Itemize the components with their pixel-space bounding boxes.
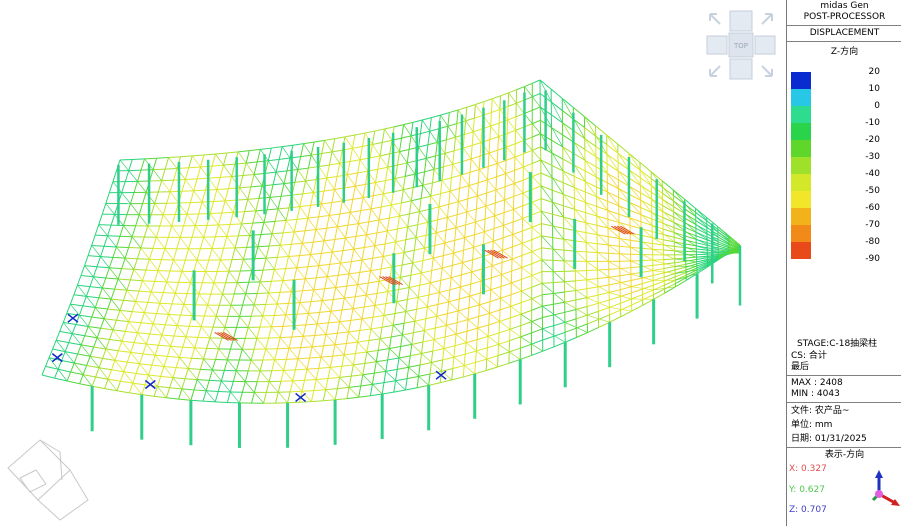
legend-value: 10 (869, 84, 880, 94)
legend-swatch (791, 72, 811, 89)
legend-value: -90 (865, 254, 880, 264)
stage-label: STAGE:C-18抽梁柱 (797, 339, 877, 350)
module-name: POST-PROCESSOR (787, 12, 901, 23)
support-columns (92, 90, 740, 448)
legend-value: -40 (865, 169, 880, 179)
legend-value: -70 (865, 220, 880, 230)
step-label: 最后 (791, 362, 809, 373)
legend-value: -30 (865, 152, 880, 162)
app-name: midas Gen (787, 1, 901, 12)
view-left-button (707, 36, 727, 54)
legend-value: -50 (865, 186, 880, 196)
view-dir-y: Y: 0.627 (789, 485, 825, 495)
unit-label: 单位: mm (791, 420, 832, 431)
legend-swatch (791, 89, 811, 106)
view-dir-x: X: 0.327 (789, 464, 827, 474)
view-navigation-cube[interactable]: TOP (706, 10, 776, 80)
model-viewport[interactable]: TOP (0, 0, 786, 526)
legend-swatch (791, 157, 811, 174)
legend-swatch (791, 106, 811, 123)
date-label: 日期: 01/31/2025 (791, 434, 867, 445)
legend-value: -80 (865, 237, 880, 247)
legend-swatch (791, 191, 811, 208)
view-back-button (730, 59, 752, 79)
legend-value: 20 (869, 67, 880, 77)
view-right-button (755, 36, 775, 54)
axis-triad-icon (867, 470, 901, 508)
min-value: MIN : 4043 (791, 389, 840, 400)
structure-model-view (0, 0, 786, 526)
view-direction-title: 表示-方向 (787, 450, 901, 461)
roof-truss-grid (42, 80, 740, 403)
legend-swatch (791, 123, 811, 140)
legend-swatch (791, 225, 811, 242)
displacement-component: Z-方向 (787, 47, 901, 58)
max-value: MAX : 2408 (791, 378, 843, 389)
legend-swatch (791, 140, 811, 157)
post-processor-panel: midas Gen POST-PROCESSOR DISPLACEMENT Z-… (786, 0, 901, 526)
legend-swatch (791, 208, 811, 225)
result-type: DISPLACEMENT (787, 28, 901, 39)
view-dir-z: Z: 0.707 (789, 505, 827, 515)
legend-swatch (791, 242, 811, 259)
view-cube-top-label: TOP (733, 42, 748, 50)
file-name: 文件: 农产品~ (791, 406, 849, 417)
legend-swatch (791, 174, 811, 191)
legend-value: -10 (865, 118, 880, 128)
legend-value: 0 (874, 101, 880, 111)
axis-triad-ghost-icon (8, 440, 88, 520)
view-front-button (730, 11, 752, 31)
max-displacement-zones (215, 226, 635, 340)
cs-label: CS: 合计 (791, 351, 827, 362)
legend-value: -20 (865, 135, 880, 145)
legend-value: -60 (865, 203, 880, 213)
